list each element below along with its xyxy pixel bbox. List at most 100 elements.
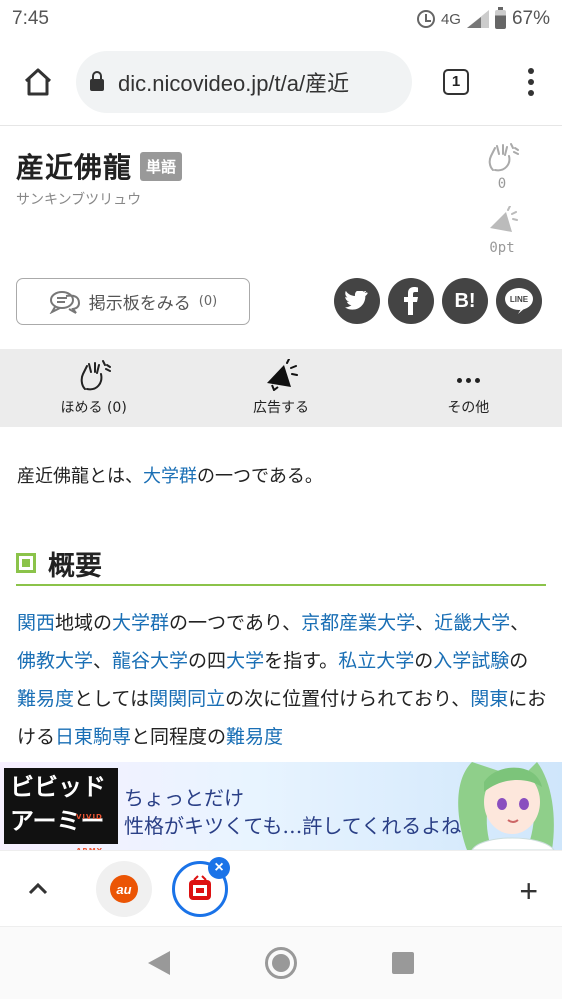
tab-count: 1: [443, 68, 469, 95]
ad-banner[interactable]: ビビッド アーミー VIVID ARMY ちょっとだけ 性格がキツくても…許して…: [0, 762, 562, 850]
inline-link[interactable]: 京都産業大学: [301, 612, 415, 634]
ad-logo-line1: ビビッド: [10, 773, 106, 801]
status-time: 7:45: [12, 8, 49, 29]
inline-link[interactable]: 入学試験: [433, 650, 509, 672]
praise-count: 0: [497, 176, 507, 192]
inline-link[interactable]: 関西: [17, 612, 55, 634]
advertise-label: 広告する: [252, 400, 309, 416]
chevron-up-icon: [28, 883, 48, 895]
other-label: その他: [447, 400, 490, 416]
paragraph-text: の: [509, 650, 529, 672]
new-tab-button[interactable]: +: [519, 873, 538, 910]
ad-line1: ちょっとだけ: [124, 786, 244, 810]
praise-count-label: (0): [106, 400, 127, 416]
section-marker-icon: [16, 553, 36, 573]
plus-icon: +: [519, 873, 538, 909]
paragraph-text: の一つであり、: [169, 612, 302, 634]
hatena-bookmark-button[interactable]: B!: [442, 278, 488, 324]
ad-logo: ビビッド アーミー VIVID ARMY: [4, 768, 118, 850]
chat-bubbles-icon: [49, 290, 80, 314]
advertise-button[interactable]: 広告する: [187, 349, 374, 427]
close-icon: ×: [214, 859, 224, 876]
ad-points: 0pt: [489, 240, 515, 256]
battery-level: 67%: [511, 8, 550, 29]
ad-line2: 性格がキツくても…許してくれるよね?: [124, 814, 472, 838]
section-title: 概要: [48, 550, 102, 582]
home-icon: [24, 68, 52, 95]
facebook-icon: [404, 287, 418, 315]
status-icons: 4G 67%: [416, 6, 550, 30]
twitter-share-button[interactable]: [334, 278, 380, 324]
clap-icon: [80, 360, 111, 391]
paragraph-text: の次に位置付けられており、: [225, 688, 471, 710]
ad-copy: ちょっとだけ 性格がキツくても…許してくれるよね?: [124, 784, 472, 840]
tab-switcher-button[interactable]: 1: [412, 38, 500, 126]
url-text: dic.nicovideo.jp/t/a/産近: [118, 70, 350, 96]
inline-link[interactable]: 近畿大学: [434, 612, 510, 634]
back-icon[interactable]: [147, 951, 170, 975]
paragraph-text: としては: [74, 688, 150, 710]
article-title: 産近佛龍: [16, 151, 133, 184]
browser-menu-button[interactable]: [500, 38, 562, 126]
inline-link[interactable]: 大学: [226, 650, 264, 672]
home-circle-icon[interactable]: [264, 947, 297, 979]
browser-toolbar: dic.nicovideo.jp/t/a/産近 1: [0, 38, 562, 126]
view-board-button[interactable]: 掲示板をみる (0): [16, 278, 250, 325]
article-intro: 産近佛龍とは、大学群の一つである。: [17, 462, 323, 488]
facebook-share-button[interactable]: [388, 278, 434, 324]
inline-link[interactable]: 関関同立: [149, 688, 225, 710]
other-button[interactable]: その他: [375, 349, 562, 427]
close-tab-button[interactable]: ×: [208, 857, 230, 879]
article-type-badge: 単語: [140, 151, 183, 181]
megaphone-icon: [490, 205, 518, 232]
paragraph-text: 地域の: [55, 612, 113, 634]
paragraph-text: を指す。: [264, 650, 339, 672]
inline-link[interactable]: 大学群: [112, 612, 169, 634]
alarm-icon: [416, 10, 435, 28]
inline-link[interactable]: 難易度: [17, 688, 74, 710]
inline-link[interactable]: 難易度: [226, 726, 283, 748]
network-type: 4G: [440, 10, 461, 28]
lock-icon: [90, 70, 104, 91]
praise-button[interactable]: ほめる (0): [0, 349, 187, 427]
action-bar: ほめる (0) 広告する その他: [0, 349, 562, 427]
nicopedia-favicon-icon: [189, 875, 211, 900]
inline-link[interactable]: 私立大学: [338, 650, 414, 672]
paragraph-text: と同程度の: [131, 726, 227, 748]
system-nav-bar: [0, 926, 562, 999]
praise-stat[interactable]: 0: [482, 142, 522, 192]
au-logo-icon: au: [110, 875, 138, 903]
view-board-label: 掲示板をみる: [88, 294, 191, 314]
line-icon: LINE: [505, 288, 533, 314]
line-share-button[interactable]: LINE: [496, 278, 542, 324]
menu-dot: [528, 67, 534, 74]
tab-strip: au × +: [0, 850, 562, 926]
battery-icon: [494, 6, 506, 29]
inline-link[interactable]: 佛教大学: [17, 650, 93, 672]
inline-link[interactable]: 関東: [470, 688, 508, 710]
expand-tabs-button[interactable]: [24, 875, 52, 903]
address-bar[interactable]: dic.nicovideo.jp/t/a/産近: [76, 50, 412, 113]
home-button[interactable]: [0, 38, 76, 126]
section-heading: 概要: [16, 542, 546, 586]
article-header: 産近佛龍 単語 サンキンブツリュウ 0 0pt 掲示板をみる (0) B! LI…: [0, 126, 562, 348]
status-bar: 7:45 4G 67%: [0, 0, 562, 38]
more-icon: [456, 378, 480, 383]
paragraph-text: 、: [93, 650, 113, 672]
ad-character-art: [458, 762, 555, 850]
title-row: 産近佛龍 単語: [16, 146, 183, 186]
paragraph-text: 、: [510, 612, 530, 634]
inline-link[interactable]: 日東駒専: [55, 726, 131, 748]
ad-points-stat[interactable]: 0pt: [482, 205, 522, 256]
inline-link[interactable]: 龍谷大学: [112, 650, 188, 672]
intro-link-daigakugun[interactable]: 大学群: [143, 466, 197, 487]
svg-text:LINE: LINE: [510, 295, 529, 304]
recent-apps-icon[interactable]: [392, 952, 415, 974]
intro-text: 産近佛龍とは、: [17, 466, 143, 487]
svg-text:au: au: [116, 882, 131, 897]
clap-icon: [488, 143, 519, 172]
tab-au[interactable]: au: [96, 861, 152, 917]
intro-text-end: の一つである。: [197, 466, 323, 487]
board-count: (0): [198, 294, 218, 309]
hatena-icon: B!: [454, 289, 476, 312]
